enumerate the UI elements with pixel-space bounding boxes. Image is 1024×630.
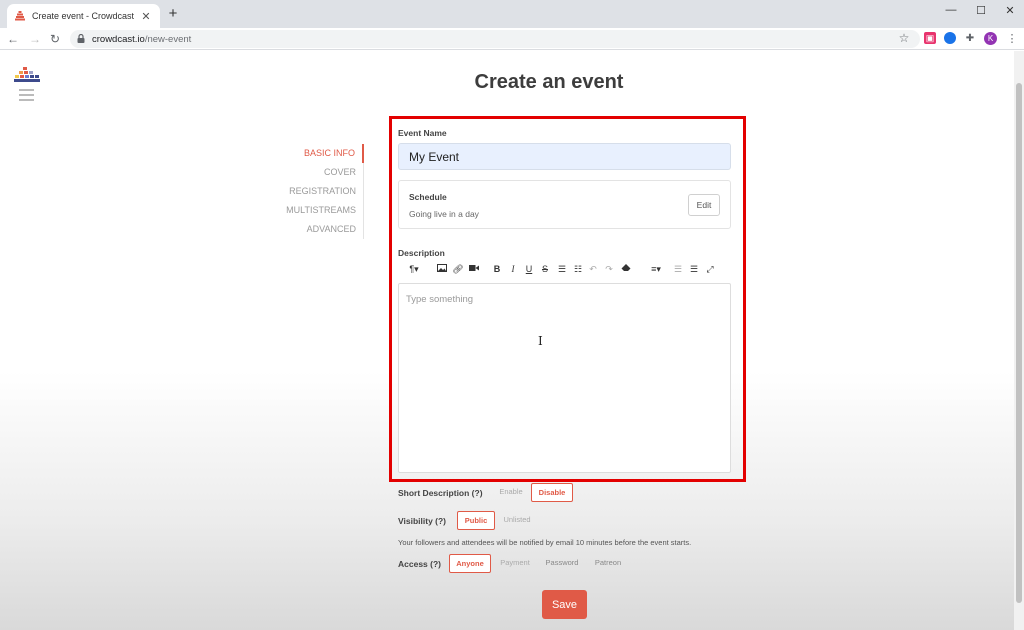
crowdcast-favicon-icon xyxy=(15,11,25,21)
scrollbar-thumb[interactable] xyxy=(1016,83,1022,603)
ordered-list-icon[interactable]: ☰ xyxy=(556,263,568,275)
bold-icon[interactable]: B xyxy=(492,263,502,275)
access-patreon-option[interactable]: Patreon xyxy=(590,554,626,573)
schedule-subtitle: Going live in a day xyxy=(409,209,479,219)
text-cursor-icon: I xyxy=(538,334,543,348)
underline-icon[interactable]: U xyxy=(524,263,534,275)
access-label: Access (?) xyxy=(398,559,441,569)
description-label: Description xyxy=(398,248,445,258)
description-placeholder: Type something xyxy=(406,294,474,305)
link-icon[interactable]: 🔗︎ xyxy=(452,263,464,275)
tab-title: Create event - Crowdcast xyxy=(32,11,135,21)
url-host: crowdcast.io xyxy=(92,33,145,45)
schedule-edit-button[interactable]: Edit xyxy=(688,194,720,216)
browser-tab[interactable]: Create event - Crowdcast ✕ xyxy=(7,4,160,28)
image-icon[interactable] xyxy=(436,263,448,275)
settings-sidenav: BASIC INFO COVER REGISTRATION MULTISTREA… xyxy=(270,144,364,239)
strikethrough-icon[interactable]: S xyxy=(540,263,550,275)
align-icon[interactable]: ≡▾ xyxy=(646,263,666,275)
visibility-label: Visibility (?) xyxy=(398,516,447,526)
page-title: Create an event xyxy=(474,71,624,93)
back-icon[interactable]: ← xyxy=(6,31,20,47)
extension-blue-icon[interactable] xyxy=(944,32,956,44)
minimize-icon[interactable]: — xyxy=(944,4,958,16)
paragraph-icon[interactable]: ¶▾ xyxy=(405,263,423,275)
extensions-puzzle-icon[interactable]: ✚ xyxy=(964,32,976,44)
schedule-title: Schedule xyxy=(409,192,447,202)
reload-icon[interactable]: ↻ xyxy=(48,31,62,47)
video-icon[interactable] xyxy=(468,263,480,275)
lock-icon xyxy=(77,33,87,45)
event-name-input[interactable] xyxy=(398,143,731,170)
unordered-list-icon[interactable]: ☷ xyxy=(572,263,584,275)
access-password-option[interactable]: Password xyxy=(541,554,583,573)
browser-menu-icon[interactable]: ⋮ xyxy=(1006,32,1018,45)
save-button[interactable]: Save xyxy=(542,590,587,619)
outdent-icon[interactable]: ☰ xyxy=(672,263,684,275)
profile-avatar[interactable]: K xyxy=(984,32,997,45)
sidenav-item-cover[interactable]: COVER xyxy=(270,163,363,182)
access-anyone-option[interactable]: Anyone xyxy=(449,554,491,573)
address-bar[interactable]: crowdcast.io/new-event xyxy=(70,30,920,48)
short-description-label: Short Description (?) xyxy=(398,488,483,498)
visibility-unlisted-option[interactable]: Unlisted xyxy=(499,511,535,530)
indent-icon[interactable]: ☰ xyxy=(688,263,700,275)
sidenav-item-basic-info[interactable]: BASIC INFO xyxy=(270,144,364,163)
sidenav-item-registration[interactable]: REGISTRATION xyxy=(270,182,363,201)
visibility-public-option[interactable]: Public xyxy=(457,511,495,530)
url-path: /new-event xyxy=(144,33,192,45)
browser-tab-bar: Create event - Crowdcast ✕ + — ☐ ✕ xyxy=(0,0,1024,28)
page-scrollbar[interactable] xyxy=(1014,51,1024,630)
short-description-disable-option[interactable]: Disable xyxy=(531,483,573,502)
sidenav-item-advanced[interactable]: ADVANCED xyxy=(270,220,363,239)
sidenav-item-multistreams[interactable]: MULTISTREAMS xyxy=(270,201,363,220)
event-name-label: Event Name xyxy=(398,128,447,138)
short-description-enable-option[interactable]: Enable xyxy=(496,483,526,502)
undo-icon[interactable]: ↶ xyxy=(588,263,598,275)
extension-pink-icon[interactable]: ▣ xyxy=(924,32,936,44)
redo-icon[interactable]: ↷ xyxy=(604,263,614,275)
eraser-icon[interactable] xyxy=(620,263,632,275)
access-payment-option[interactable]: Payment xyxy=(496,554,534,573)
schedule-card: Schedule Going live in a day Edit xyxy=(398,180,731,229)
new-tab-button[interactable]: + xyxy=(166,6,180,22)
bookmark-star-icon[interactable]: ☆ xyxy=(898,31,910,45)
forward-icon[interactable]: → xyxy=(28,31,42,47)
italic-icon[interactable]: I xyxy=(508,263,518,275)
maximize-icon[interactable]: ☐ xyxy=(974,4,988,17)
browser-toolbar: ← → ↻ crowdcast.io/new-event ☆ ▣ ✚ K ⋮ xyxy=(0,28,1024,50)
window-close-icon[interactable]: ✕ xyxy=(1003,4,1017,17)
notification-notice: Your followers and attendees will be not… xyxy=(398,538,692,547)
description-editor[interactable]: Type something xyxy=(398,283,731,473)
tab-close-icon[interactable]: ✕ xyxy=(140,10,152,23)
fullscreen-icon[interactable]: ⤢ xyxy=(704,263,716,275)
